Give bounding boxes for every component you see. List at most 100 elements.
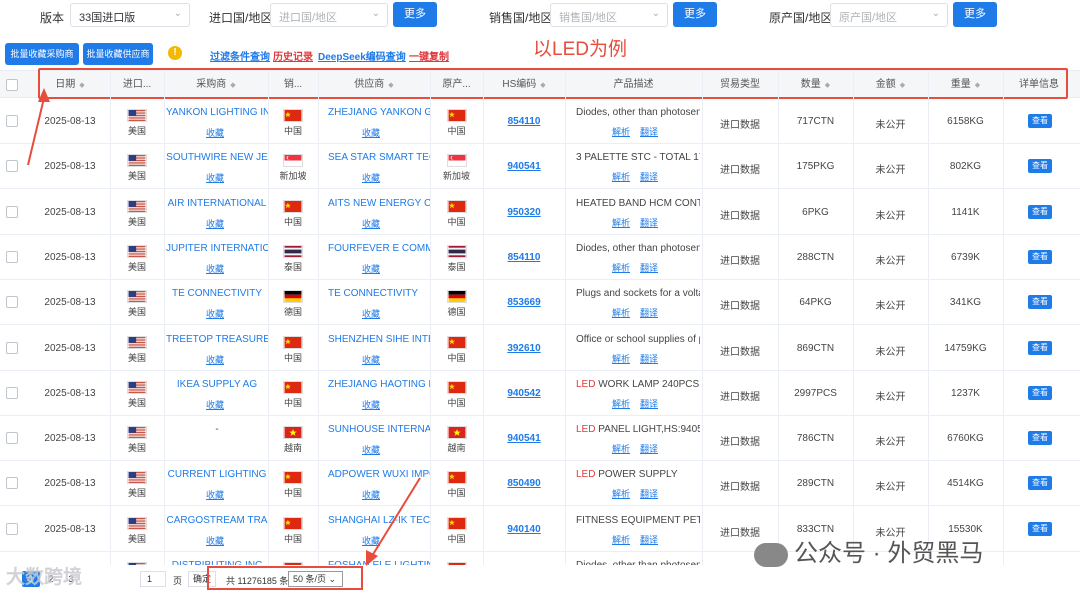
translate-link[interactable]: 翻译 [640, 263, 658, 273]
supplier-cell[interactable]: SHENZHEN SIHE INTE [328, 334, 430, 345]
row-checkbox[interactable] [6, 296, 18, 309]
collect-supplier-link[interactable]: 收藏 [362, 534, 380, 547]
collect-buyer-link[interactable]: 收藏 [206, 398, 224, 411]
copy-link[interactable]: 一键复制 [409, 48, 449, 63]
translate-link[interactable]: 翻译 [640, 399, 658, 409]
view-detail-button[interactable]: 查看 [1028, 340, 1052, 355]
analyze-link[interactable]: 解析 [612, 444, 630, 454]
sale-country-select[interactable]: 销售国/地区 ⌄ [550, 3, 668, 27]
row-checkbox[interactable] [6, 522, 18, 535]
translate-link[interactable]: 翻译 [640, 308, 658, 318]
collect-buyer-link[interactable]: 收藏 [206, 534, 224, 547]
row-checkbox[interactable] [6, 205, 18, 218]
analyze-link[interactable]: 解析 [612, 535, 630, 545]
hs-code-link[interactable]: 940541 [483, 161, 565, 172]
sale-more-button[interactable]: 更多 [673, 2, 717, 27]
origin-country-select[interactable]: 原产国/地区 ⌄ [830, 3, 948, 27]
buyer-cell[interactable]: YANKON LIGHTING IN [166, 107, 268, 118]
collect-supplier-link[interactable]: 收藏 [362, 262, 380, 275]
analyze-link[interactable]: 解析 [612, 489, 630, 499]
version-select[interactable]: 33国进口版 ⌄ [70, 3, 190, 27]
deepseek-link[interactable]: DeepSeek编码查询 [318, 48, 406, 63]
buyer-cell[interactable]: TREETOP TREASURE [166, 334, 268, 345]
collect-buyer-link[interactable]: 收藏 [206, 307, 224, 320]
hs-code-link[interactable]: 853669 [483, 297, 565, 308]
analyze-link[interactable]: 解析 [612, 308, 630, 318]
hs-code-link[interactable]: 392610 [483, 343, 565, 354]
supplier-cell[interactable]: FOSHAN ELE LIGHTIN [328, 560, 430, 565]
bulk-collect-buyer-button[interactable]: 批量收藏采购商 [5, 43, 79, 65]
collect-buyer-link[interactable]: 收藏 [206, 217, 224, 230]
translate-link[interactable]: 翻译 [640, 172, 658, 182]
view-detail-button[interactable]: 查看 [1028, 295, 1052, 310]
history-link[interactable]: 历史记录 [273, 48, 313, 63]
collect-supplier-link[interactable]: 收藏 [362, 307, 380, 320]
translate-link[interactable]: 翻译 [640, 489, 658, 499]
row-checkbox[interactable] [6, 386, 18, 399]
view-detail-button[interactable]: 查看 [1028, 431, 1052, 446]
analyze-link[interactable]: 解析 [612, 399, 630, 409]
supplier-cell[interactable]: AITS NEW ENERGY C [328, 198, 430, 209]
warning-icon[interactable]: ! [168, 46, 182, 60]
collect-buyer-link[interactable]: 收藏 [206, 488, 224, 501]
hs-code-link[interactable]: 854110 [483, 116, 565, 127]
supplier-cell[interactable]: SHANGHAI LZ-IK TECH [328, 515, 430, 526]
analyze-link[interactable]: 解析 [612, 127, 630, 137]
row-checkbox[interactable] [6, 432, 18, 445]
hs-code-link[interactable]: 854110 [483, 252, 565, 263]
translate-link[interactable]: 翻译 [640, 218, 658, 228]
supplier-cell[interactable]: ZHEJIANG YANKON GI [328, 107, 430, 118]
collect-supplier-link[interactable]: 收藏 [362, 171, 380, 184]
collect-buyer-link[interactable]: 收藏 [206, 126, 224, 139]
import-more-button[interactable]: 更多 [393, 2, 437, 27]
select-all-checkbox[interactable] [6, 79, 18, 91]
buyer-cell[interactable]: CARGOSTREAM TRA [166, 515, 268, 526]
hs-code-link[interactable]: 940541 [483, 433, 565, 444]
supplier-cell[interactable]: ZHEJIANG HAOTING L [328, 379, 430, 390]
buyer-cell[interactable]: JUPITER INTERNATIO [166, 243, 268, 254]
hs-code-link[interactable]: 940140 [483, 524, 565, 535]
row-checkbox[interactable] [6, 477, 18, 490]
collect-supplier-link[interactable]: 收藏 [362, 217, 380, 230]
buyer-cell[interactable]: AIR INTERNATIONAL [166, 198, 268, 209]
view-detail-button[interactable]: 查看 [1028, 521, 1052, 536]
translate-link[interactable]: 翻译 [640, 127, 658, 137]
supplier-cell[interactable]: TE CONNECTIVITY [328, 288, 430, 299]
collect-buyer-link[interactable]: 收藏 [206, 353, 224, 366]
collect-supplier-link[interactable]: 收藏 [362, 398, 380, 411]
bulk-collect-supplier-button[interactable]: 批量收藏供应商 [83, 43, 153, 65]
buyer-cell[interactable]: - [166, 424, 268, 435]
row-checkbox[interactable] [6, 115, 18, 127]
collect-supplier-link[interactable]: 收藏 [362, 488, 380, 501]
supplier-cell[interactable]: FOURFEVER E COMME [328, 243, 430, 254]
hs-code-link[interactable]: 940542 [483, 388, 565, 399]
collect-supplier-link[interactable]: 收藏 [362, 353, 380, 366]
supplier-cell[interactable]: SUNHOUSE INTERNAT [328, 424, 430, 435]
collect-buyer-link[interactable]: 收藏 [206, 171, 224, 184]
view-detail-button[interactable]: 查看 [1028, 204, 1052, 219]
buyer-cell[interactable]: SOUTHWIRE NEW JE [166, 152, 268, 163]
supplier-cell[interactable]: SEA STAR SMART TEC [328, 152, 430, 163]
filter-query-link[interactable]: 过滤条件查询 [210, 48, 270, 63]
row-checkbox[interactable] [6, 341, 18, 354]
view-detail-button[interactable]: 查看 [1028, 159, 1052, 174]
view-detail-button[interactable]: 查看 [1028, 249, 1052, 264]
page-jump-input[interactable]: 1 [140, 571, 166, 587]
hs-code-link[interactable]: 950320 [483, 207, 565, 218]
collect-supplier-link[interactable]: 收藏 [362, 443, 380, 456]
view-detail-button[interactable]: 查看 [1028, 476, 1052, 491]
translate-link[interactable]: 翻译 [640, 354, 658, 364]
import-country-select[interactable]: 进口国/地区 ⌄ [270, 3, 388, 27]
buyer-cell[interactable]: CURRENT LIGHTING [166, 469, 268, 480]
buyer-cell[interactable]: DISTRIBUTING INC [166, 560, 268, 565]
collect-supplier-link[interactable]: 收藏 [362, 126, 380, 139]
view-detail-button[interactable]: 查看 [1028, 114, 1052, 128]
supplier-cell[interactable]: ADPOWER WUXI IMPO [328, 469, 430, 480]
translate-link[interactable]: 翻译 [640, 444, 658, 454]
analyze-link[interactable]: 解析 [612, 218, 630, 228]
analyze-link[interactable]: 解析 [612, 172, 630, 182]
analyze-link[interactable]: 解析 [612, 354, 630, 364]
analyze-link[interactable]: 解析 [612, 263, 630, 273]
buyer-cell[interactable]: TE CONNECTIVITY [166, 288, 268, 299]
translate-link[interactable]: 翻译 [640, 535, 658, 545]
